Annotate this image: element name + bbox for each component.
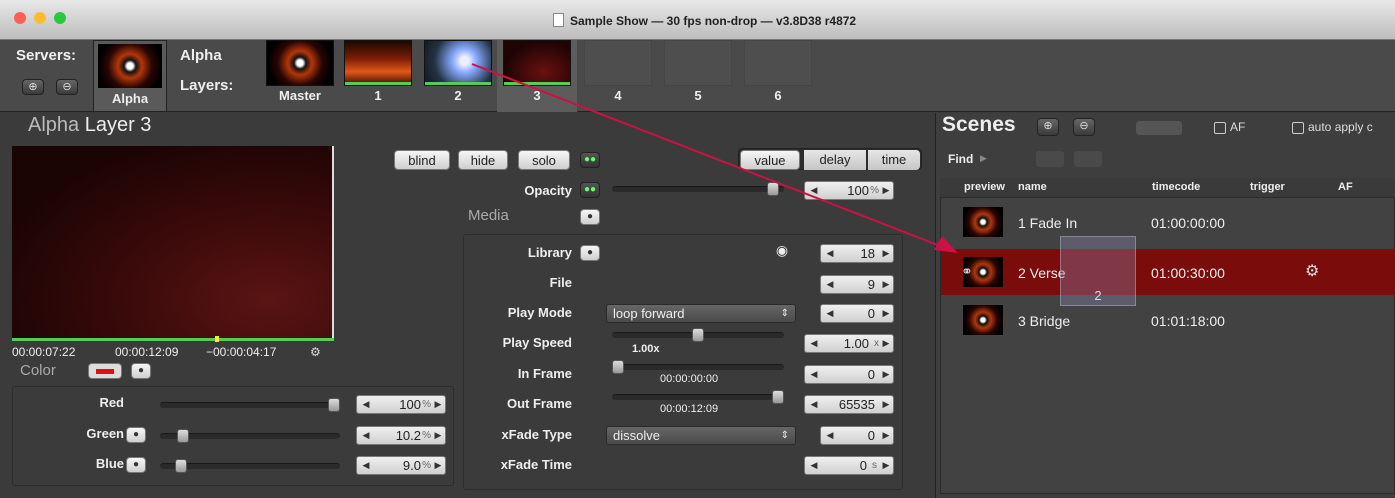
drag-arrow-line (471, 63, 949, 250)
drag-arrow-head (934, 236, 958, 253)
drag-arrow (471, 63, 958, 253)
